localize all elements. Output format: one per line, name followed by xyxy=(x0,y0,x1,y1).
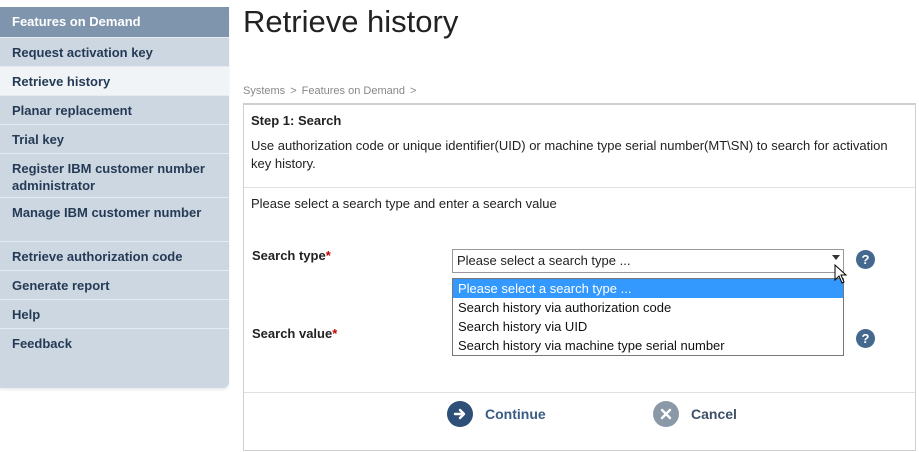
close-icon xyxy=(653,401,679,427)
breadcrumb-item-features-on-demand[interactable]: Features on Demand xyxy=(302,85,405,97)
sidebar-item-retrieve-history[interactable]: Retrieve history xyxy=(0,66,229,95)
search-type-option[interactable]: Search history via authorization code xyxy=(453,298,843,317)
sidebar-header: Features on Demand xyxy=(0,7,229,37)
breadcrumb-separator: > xyxy=(409,85,417,97)
search-type-dropdown: Please select a search type ... Search h… xyxy=(452,278,844,356)
search-value-label: Search value* xyxy=(252,326,337,341)
search-type-option[interactable]: Please select a search type ... xyxy=(453,279,843,298)
step-title: Step 1: Search xyxy=(251,113,342,128)
chevron-down-icon[interactable] xyxy=(832,255,840,260)
breadcrumb-separator: > xyxy=(290,85,297,97)
instruction-text: Please select a search type and enter a … xyxy=(251,196,557,211)
step-description: Use authorization code or unique identif… xyxy=(251,138,888,171)
divider xyxy=(244,392,915,393)
continue-button[interactable]: Continue xyxy=(447,400,546,428)
search-type-option[interactable]: Search history via UID xyxy=(453,317,843,336)
required-mark: * xyxy=(325,248,331,263)
arrow-right-icon xyxy=(447,401,473,427)
search-type-selected-value: Please select a search type ... xyxy=(457,253,631,268)
help-icon[interactable]: ? xyxy=(856,329,875,348)
sidebar: Features on Demand Request activation ke… xyxy=(0,7,229,388)
search-type-select[interactable]: Please select a search type ... xyxy=(452,249,844,273)
sidebar-item-register-ibm-customer-number-administrator[interactable]: Register IBM customer number administrat… xyxy=(0,153,229,197)
sidebar-item-planar-replacement[interactable]: Planar replacement xyxy=(0,95,229,124)
mouse-cursor-icon xyxy=(834,264,848,284)
cancel-button[interactable]: Cancel xyxy=(653,400,737,428)
search-type-option[interactable]: Search history via machine type serial n… xyxy=(453,336,843,355)
cancel-label: Cancel xyxy=(691,406,737,422)
page-title: Retrieve history xyxy=(243,4,459,39)
search-type-label: Search type* xyxy=(252,248,331,263)
search-panel: Step 1: Search Use authorization code or… xyxy=(243,103,916,451)
search-type-label-text: Search type xyxy=(252,248,326,263)
sidebar-item-request-activation-key[interactable]: Request activation key xyxy=(0,37,229,66)
continue-label: Continue xyxy=(485,406,546,422)
sidebar-item-trial-key[interactable]: Trial key xyxy=(0,124,229,153)
breadcrumb: Systems > Features on Demand > xyxy=(243,85,421,97)
sidebar-item-manage-ibm-customer-number[interactable]: Manage IBM customer number xyxy=(0,197,229,241)
search-value-label-text: Search value xyxy=(252,326,333,341)
sidebar-item-retrieve-authorization-code[interactable]: Retrieve authorization code xyxy=(0,241,229,270)
required-mark: * xyxy=(332,326,338,341)
sidebar-item-help[interactable]: Help xyxy=(0,299,229,328)
sidebar-item-feedback[interactable]: Feedback xyxy=(0,328,229,357)
sidebar-item-generate-report[interactable]: Generate report xyxy=(0,270,229,299)
divider xyxy=(244,187,915,188)
help-icon[interactable]: ? xyxy=(856,250,875,269)
breadcrumb-item-systems[interactable]: Systems xyxy=(243,85,285,97)
